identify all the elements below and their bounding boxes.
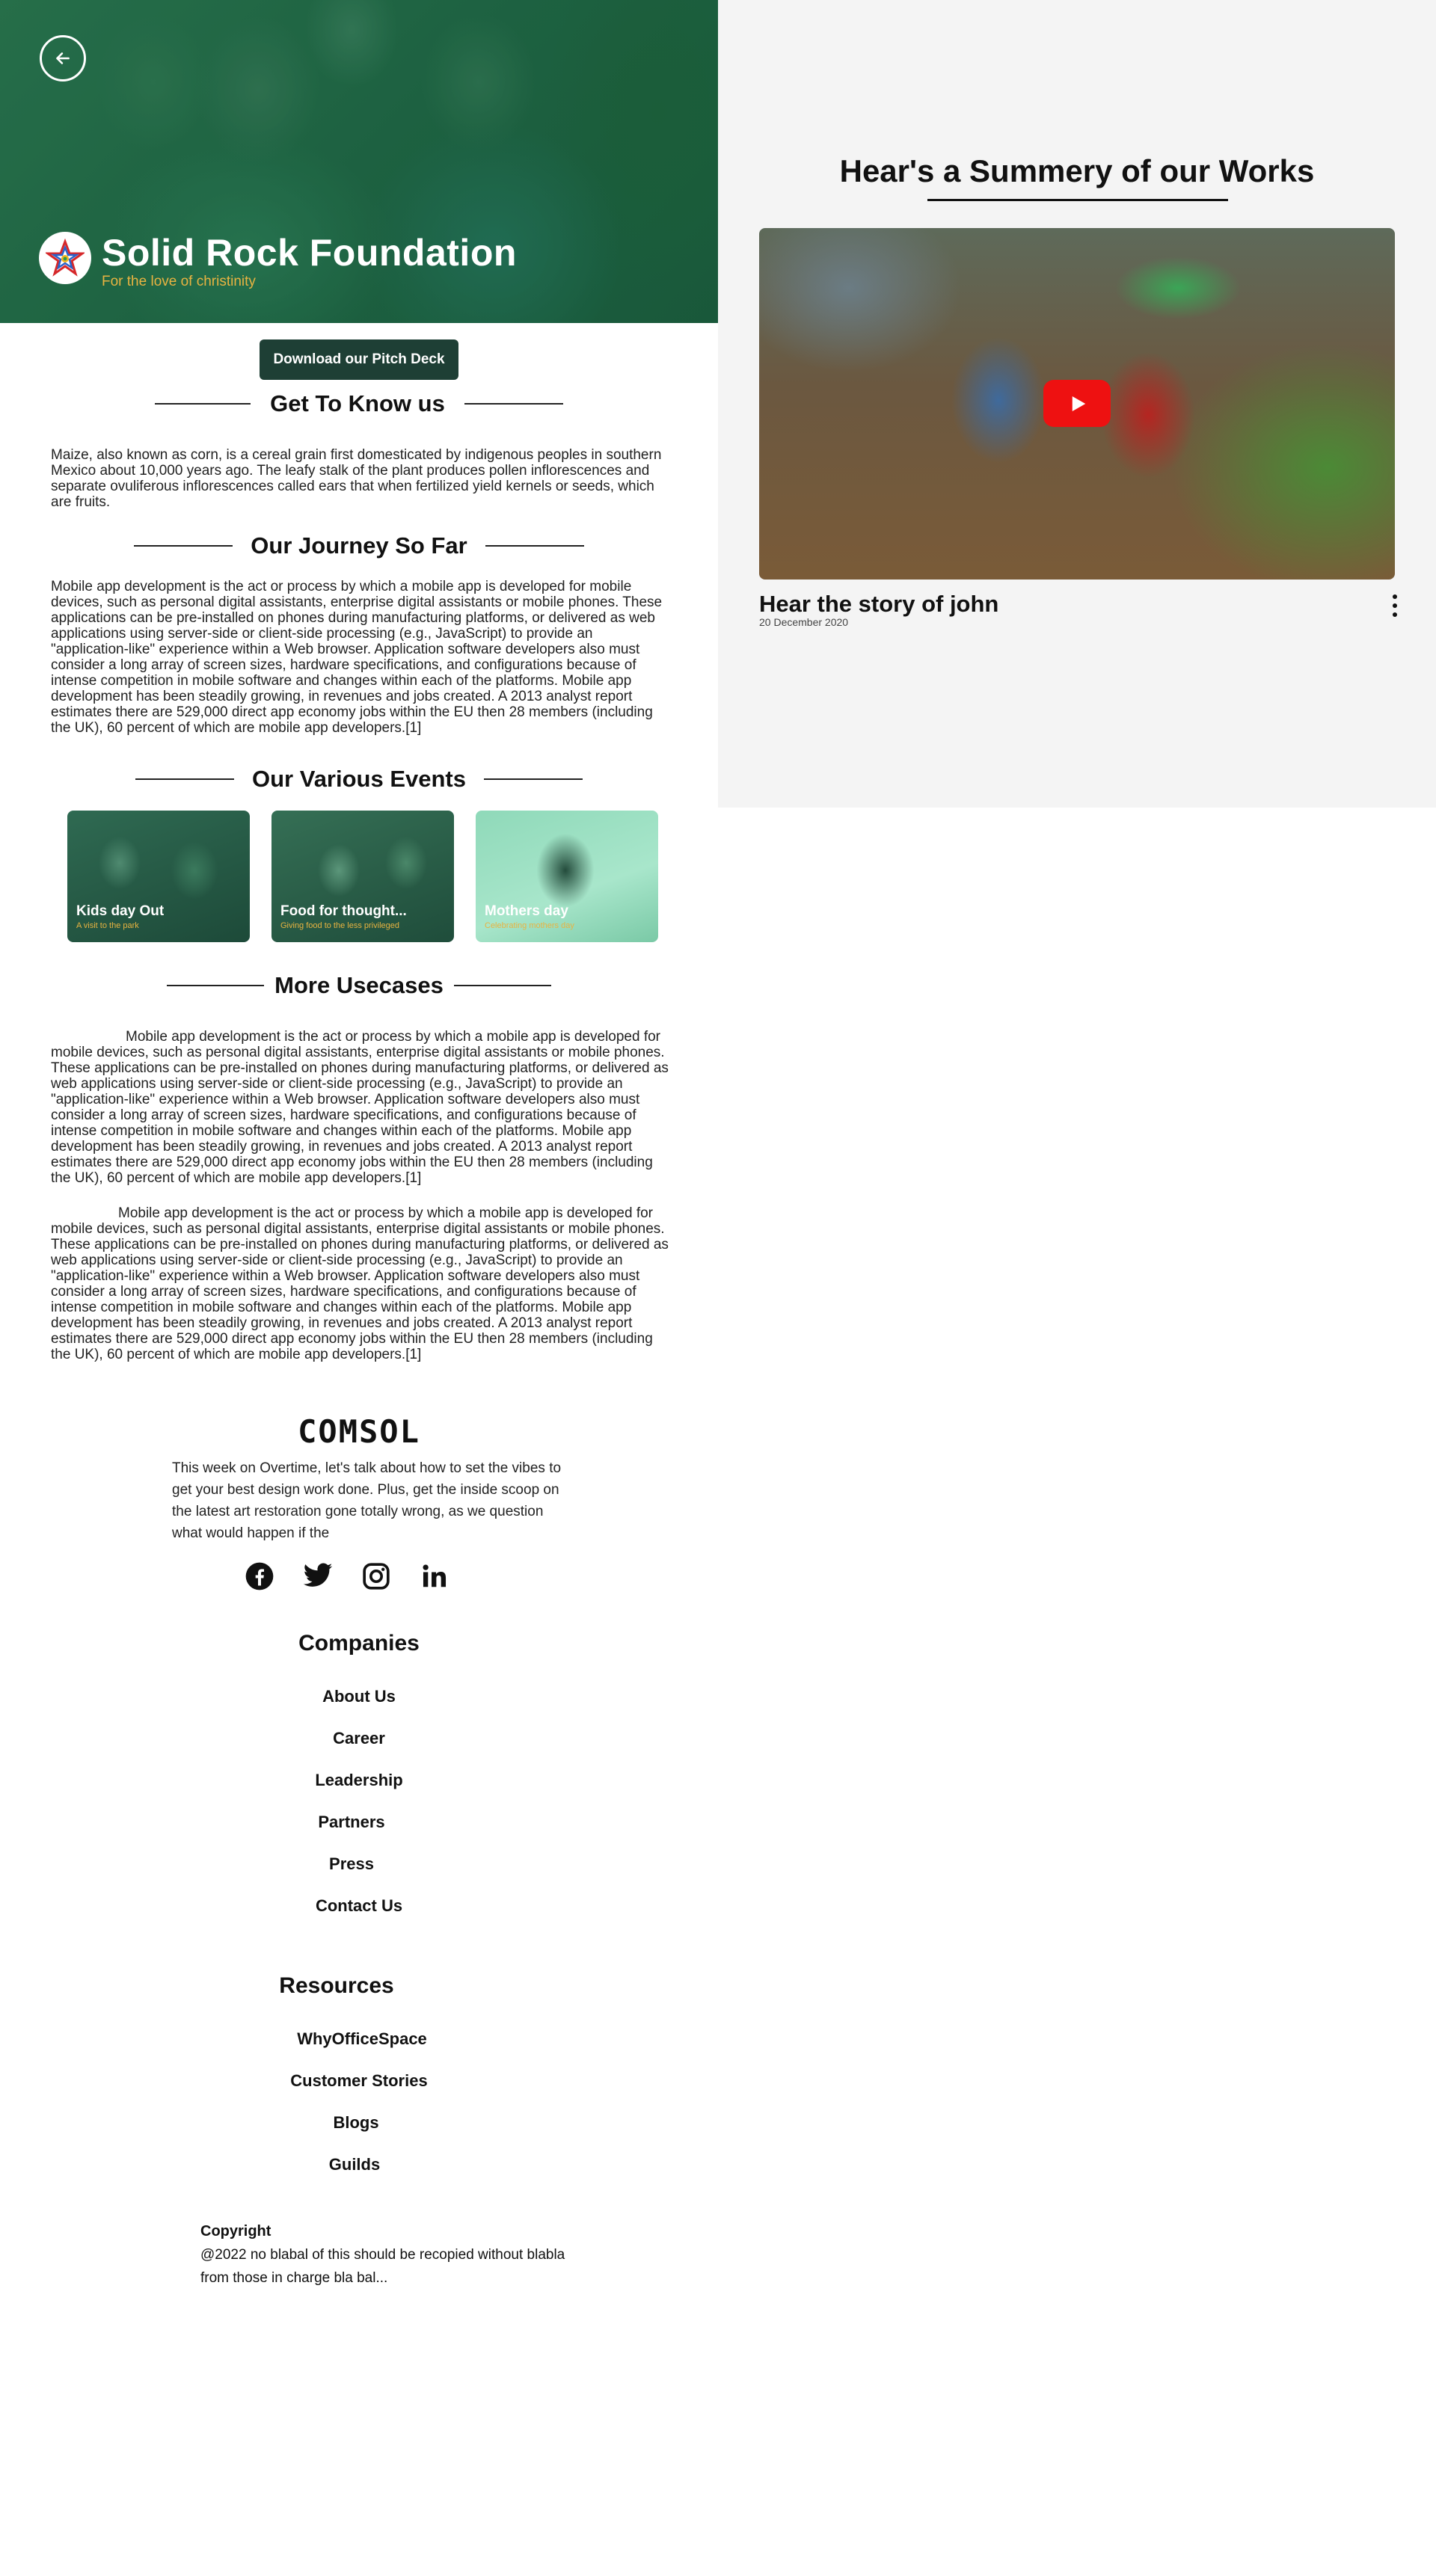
works-panel: Hear's a Summery of our Works Hear the s… bbox=[718, 0, 1436, 808]
know-us-title: Get To Know us bbox=[270, 390, 445, 416]
arrow-left-icon bbox=[56, 52, 70, 64]
download-pitch-deck-button[interactable]: Download our Pitch Deck bbox=[260, 339, 458, 380]
star-logo-icon bbox=[39, 232, 91, 284]
main-column: Solid Rock Foundation For the love of ch… bbox=[0, 0, 718, 2290]
event-subtitle: Giving food to the less privileged bbox=[280, 921, 399, 930]
events-heading: Our Various Events bbox=[0, 766, 718, 793]
copyright-heading: Copyright bbox=[200, 2223, 271, 2240]
footer-brand: COMSOL bbox=[298, 1413, 420, 1450]
footer-link-about-us[interactable]: About Us bbox=[0, 1676, 718, 1718]
know-us-text: Maize, also known as corn, is a cereal g… bbox=[51, 447, 662, 510]
org-tagline: For the love of christinity bbox=[102, 274, 256, 289]
usecases-text: Mobile app development is the act or pro… bbox=[51, 1205, 669, 1362]
usecases-title: More Usecases bbox=[274, 972, 444, 998]
footer-link-blogs[interactable]: Blogs bbox=[0, 2102, 715, 2144]
works-heading-underline bbox=[927, 199, 1228, 201]
journey-text: Mobile app development is the act or pro… bbox=[51, 579, 663, 736]
heading-divider bbox=[485, 545, 584, 547]
twitter-icon[interactable] bbox=[302, 1561, 334, 1592]
back-button[interactable] bbox=[40, 35, 86, 82]
play-icon bbox=[1072, 396, 1086, 411]
event-title: Food for thought... bbox=[280, 903, 407, 919]
linkedin-icon[interactable] bbox=[419, 1561, 450, 1592]
footer-link-partners[interactable]: Partners bbox=[0, 1801, 711, 1843]
org-name: Solid Rock Foundation bbox=[102, 232, 517, 274]
usecases-heading: More Usecases bbox=[0, 972, 718, 999]
events-list: Kids day Out A visit to the park Food fo… bbox=[67, 811, 718, 942]
heading-divider bbox=[155, 403, 251, 405]
journey-title: Our Journey So Far bbox=[251, 532, 467, 559]
hero-banner: Solid Rock Foundation For the love of ch… bbox=[0, 0, 718, 323]
footer-link-leadership[interactable]: Leadership bbox=[0, 1759, 718, 1801]
heading-divider bbox=[135, 778, 234, 780]
heading-divider bbox=[464, 403, 563, 405]
event-title: Mothers day bbox=[485, 903, 568, 919]
video-player[interactable] bbox=[759, 228, 1395, 580]
brand-block: Solid Rock Foundation For the love of ch… bbox=[39, 232, 517, 290]
footer-link-customer-stories[interactable]: Customer Stories bbox=[0, 2060, 718, 2102]
events-title: Our Various Events bbox=[252, 766, 466, 792]
copyright-text: @2022 no blabal of this should be recopi… bbox=[200, 2247, 565, 2286]
event-subtitle: A visit to the park bbox=[76, 921, 139, 930]
journey-heading: Our Journey So Far bbox=[0, 532, 718, 559]
resources-heading: Resources bbox=[279, 1973, 394, 1998]
usecases-text: Mobile app development is the act or pro… bbox=[51, 1029, 669, 1186]
footer-link-whyofficespace[interactable]: WhyOfficeSpace bbox=[3, 2018, 721, 2060]
event-card[interactable]: Mothers day Celebrating mothers day bbox=[476, 811, 658, 942]
footer-link-guilds[interactable]: Guilds bbox=[0, 2144, 714, 2186]
know-us-heading: Get To Know us bbox=[0, 390, 718, 417]
footer-link-career[interactable]: Career bbox=[0, 1718, 718, 1759]
instagram-icon[interactable] bbox=[360, 1561, 392, 1592]
event-card[interactable]: Kids day Out A visit to the park bbox=[67, 811, 250, 942]
event-title: Kids day Out bbox=[76, 903, 165, 919]
heading-divider bbox=[484, 778, 583, 780]
footer-blurb: This week on Overtime, let's talk about … bbox=[172, 1460, 562, 1541]
event-subtitle: Celebrating mothers day bbox=[485, 921, 574, 930]
video-title: Hear the story of john bbox=[759, 591, 999, 617]
more-vertical-icon[interactable] bbox=[1387, 594, 1402, 617]
event-card[interactable]: Food for thought... Giving food to the l… bbox=[271, 811, 454, 942]
works-heading: Hear's a Summery of our Works bbox=[839, 153, 1315, 188]
play-button[interactable] bbox=[1043, 380, 1111, 427]
heading-divider bbox=[167, 985, 265, 986]
social-links bbox=[244, 1561, 718, 1592]
heading-divider bbox=[134, 545, 233, 547]
footer-link-contact-us[interactable]: Contact Us bbox=[0, 1885, 718, 1927]
facebook-icon[interactable] bbox=[244, 1561, 275, 1592]
video-date: 20 December 2020 bbox=[759, 616, 849, 628]
companies-heading: Companies bbox=[298, 1631, 420, 1656]
footer-link-press[interactable]: Press bbox=[0, 1843, 711, 1885]
heading-divider bbox=[453, 985, 551, 986]
